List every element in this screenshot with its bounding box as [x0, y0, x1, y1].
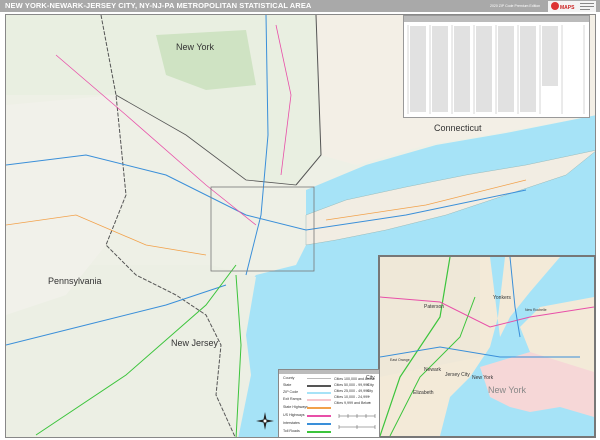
inset-label-paterson: Paterson [424, 304, 445, 310]
inset-map[interactable]: Paterson Yonkers New Rochelle East Orang… [378, 255, 596, 438]
label-pennsylvania: Pennsylvania [48, 276, 102, 286]
inset-label-elizabeth: Elizabeth [413, 390, 434, 396]
label-connecticut: Connecticut [434, 123, 482, 133]
legend-city-sample-5: + [368, 401, 371, 405]
index-table-lines [407, 25, 585, 114]
legend-cities-10k: Cities 10,000 - 24,999 [334, 395, 370, 399]
legend-county: County [283, 376, 295, 380]
inset-label-yonkers: Yonkers [493, 295, 511, 301]
legend-city-sample-1: City [366, 375, 375, 381]
inset-label-newark: Newark [424, 367, 441, 373]
inset-label-new-york-city: New York [472, 375, 494, 381]
legend-cities-below-10k: Cities 9,999 and Below [334, 401, 371, 405]
legend-header [279, 370, 379, 374]
legend-state: State [283, 383, 292, 387]
compass-rose-icon [256, 412, 274, 430]
legend-city-sample-4: + [368, 395, 371, 399]
svg-text:MAPS: MAPS [560, 5, 575, 11]
legend-us-highways: US Highways [283, 413, 305, 417]
map-title: NEW YORK-NEWARK-JERSEY CITY, NY-NJ-PA ME… [5, 1, 312, 10]
inset-canvas [380, 257, 594, 436]
legend-interstates: Interstates [283, 421, 300, 425]
market-maps-logo: MAPS [548, 1, 596, 12]
legend-exit-ramps: Exit Ramps [283, 397, 302, 401]
label-new-jersey: New Jersey [171, 338, 219, 348]
scale-bar [338, 414, 376, 429]
inset-label-east-orange: East Orange [390, 358, 410, 362]
inset-label-jersey-city: Jersey City [445, 372, 470, 378]
legend-city-sample-2: City [367, 382, 374, 387]
legend-toll-roads: Toll Roads [283, 429, 300, 433]
legend-cities-50k: Cities 50,000 - 99,999 [334, 383, 370, 387]
zip-code-index [403, 15, 590, 118]
legend-state-highways: State Highways [283, 405, 308, 409]
map-legend: County State ZIP Code Exit Ramps State H… [278, 369, 380, 438]
legend-city-sample-3: City [367, 389, 374, 393]
legend-zip-code: ZIP Code [283, 390, 299, 394]
title-bar: NEW YORK-NEWARK-JERSEY CITY, NY-NJ-PA ME… [0, 0, 600, 12]
legend-cities-25k: Cities 25,000 - 49,999 [334, 389, 370, 393]
label-new-york-state: New York [176, 42, 215, 52]
inset-label-new-york-borough: New York [488, 385, 527, 395]
inset-label-new-rochelle: New Rochelle [525, 308, 547, 312]
edition-label: 2020 ZIP Code Premium Edition [490, 4, 541, 8]
